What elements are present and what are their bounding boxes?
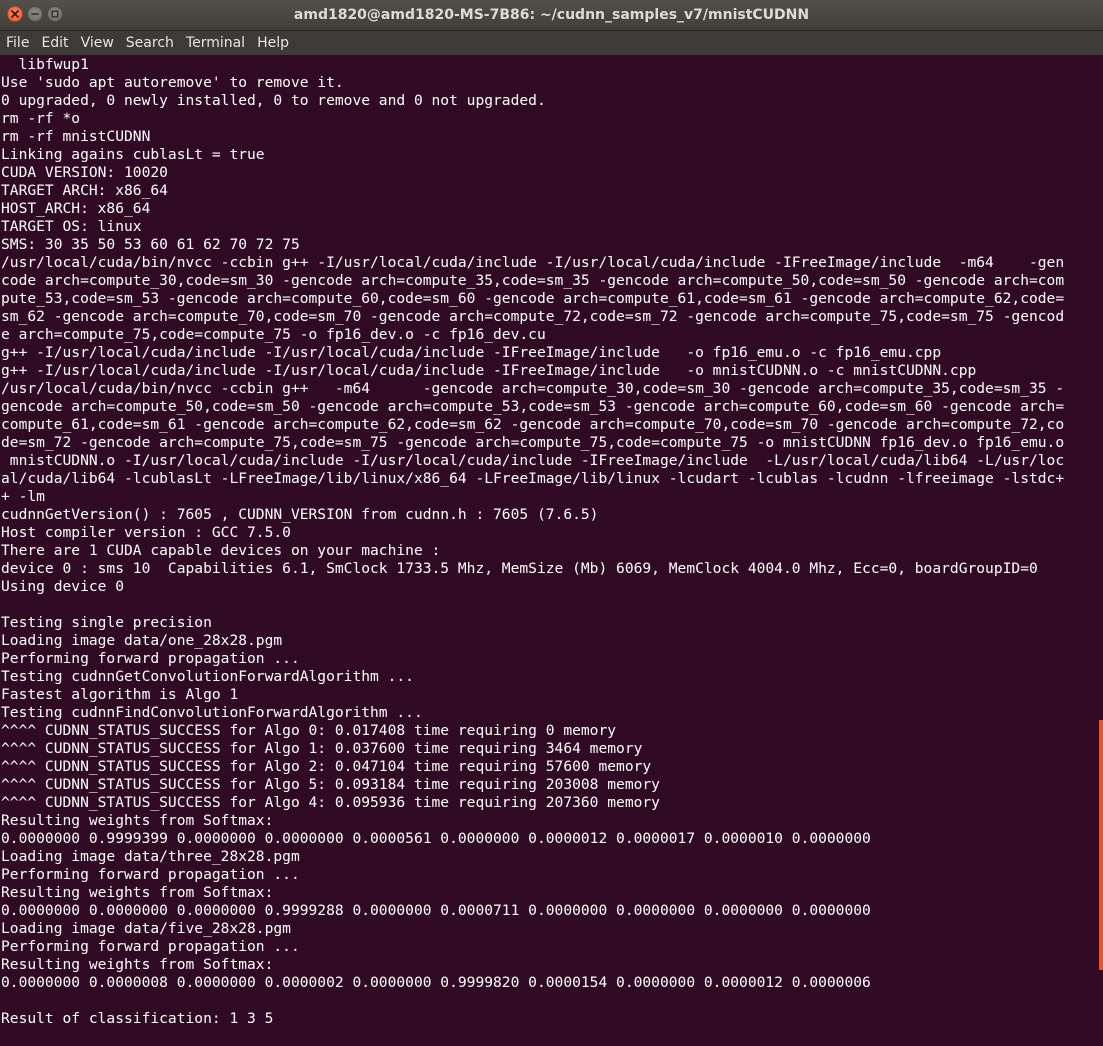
terminal-line: gencode arch=compute_50,code=sm_50 -genc…: [1, 398, 1065, 415]
terminal-line: 0.0000000 0.0000000 0.0000000 0.9999288 …: [1, 902, 871, 919]
terminal-line: + -lm: [1, 488, 45, 505]
terminal-line: TARGET OS: linux: [1, 218, 142, 235]
terminal-line: HOST_ARCH: x86_64: [1, 200, 151, 217]
terminal-line: pute_53,code=sm_53 -gencode arch=compute…: [1, 290, 1065, 307]
title-bar[interactable]: amd1820@amd1820-MS-7B86: ~/cudnn_samples…: [0, 0, 1103, 31]
terminal-line: code arch=compute_30,code=sm_30 -gencode…: [1, 272, 1065, 289]
terminal-line: compute_61,code=sm_61 -gencode arch=comp…: [1, 416, 1065, 433]
terminal-line: Loading image data/one_28x28.pgm: [1, 632, 283, 649]
terminal-line: Resulting weights from Softmax:: [1, 956, 274, 973]
terminal-line: ^^^^ CUDNN_STATUS_SUCCESS for Algo 5: 0.…: [1, 776, 660, 793]
minimize-button[interactable]: [27, 6, 43, 22]
minimize-icon: [31, 10, 39, 18]
terminal-line: Use 'sudo apt autoremove' to remove it.: [1, 74, 344, 91]
terminal-line: ^^^^ CUDNN_STATUS_SUCCESS for Algo 4: 0.…: [1, 794, 660, 811]
terminal-line: Linking agains cublasLt = true: [1, 146, 265, 163]
terminal-line: cudnnGetVersion() : 7605 , CUDNN_VERSION…: [1, 506, 599, 523]
terminal-output-area[interactable]: libfwup1 Use 'sudo apt autoremove' to re…: [0, 55, 1103, 1046]
terminal-line: Result of classification: 1 3 5: [1, 1010, 274, 1027]
terminal-line: al/cuda/lib64 -lcublasLt -LFreeImage/lib…: [1, 470, 1065, 487]
menu-edit[interactable]: Edit: [35, 31, 74, 55]
terminal-line: g++ -I/usr/local/cuda/include -I/usr/loc…: [1, 344, 942, 361]
terminal-line: 0.0000000 0.0000008 0.0000000 0.0000002 …: [1, 974, 871, 991]
scrollbar-thumb[interactable]: [1099, 720, 1103, 970]
terminal-line: Testing cudnnGetConvolutionForwardAlgori…: [1, 668, 414, 685]
terminal-window: amd1820@amd1820-MS-7B86: ~/cudnn_samples…: [0, 0, 1103, 1046]
terminal-line: Loading image data/three_28x28.pgm: [1, 848, 300, 865]
menu-terminal[interactable]: Terminal: [180, 31, 251, 55]
terminal-line: de=sm_72 -gencode arch=compute_75,code=s…: [1, 434, 1065, 451]
terminal-line: ^^^^ CUDNN_STATUS_SUCCESS for Algo 2: 0.…: [1, 758, 652, 775]
terminal-line: mnistCUDNN.o -I/usr/local/cuda/include -…: [1, 452, 1065, 469]
terminal-line: There are 1 CUDA capable devices on your…: [1, 542, 441, 559]
close-icon: [11, 10, 19, 18]
terminal-line: rm -rf *o: [1, 110, 81, 127]
terminal-line: 0.0000000 0.9999399 0.0000000 0.0000000 …: [1, 830, 871, 847]
terminal-line: ^^^^ CUDNN_STATUS_SUCCESS for Algo 0: 0.…: [1, 722, 617, 739]
terminal-line: Testing cudnnFindConvolutionForwardAlgor…: [1, 704, 423, 721]
terminal-line: ^^^^ CUDNN_STATUS_SUCCESS for Algo 1: 0.…: [1, 740, 643, 757]
close-button[interactable]: [7, 6, 23, 22]
menu-search[interactable]: Search: [120, 31, 180, 55]
menu-file[interactable]: File: [0, 31, 35, 55]
terminal-line: Performing forward propagation ...: [1, 938, 300, 955]
terminal-line: /usr/local/cuda/bin/nvcc -ccbin g++ -I/u…: [1, 254, 1065, 271]
menu-bar: File Edit View Search Terminal Help: [0, 31, 1103, 55]
terminal-line: TARGET ARCH: x86_64: [1, 182, 168, 199]
terminal-line: sm_62 -gencode arch=compute_70,code=sm_7…: [1, 308, 1065, 325]
terminal-line: CUDA VERSION: 10020: [1, 164, 168, 181]
terminal-line: Host compiler version : GCC 7.5.0: [1, 524, 291, 541]
terminal-line: Loading image data/five_28x28.pgm: [1, 920, 291, 937]
terminal-line: rm -rf mnistCUDNN: [1, 128, 151, 145]
terminal-line: libfwup1: [1, 56, 89, 73]
terminal-line: Performing forward propagation ...: [1, 650, 300, 667]
terminal-line: device 0 : sms 10 Capabilities 6.1, SmCl…: [1, 560, 1038, 577]
terminal-line: Performing forward propagation ...: [1, 866, 300, 883]
menu-help[interactable]: Help: [251, 31, 295, 55]
terminal-line: g++ -I/usr/local/cuda/include -I/usr/loc…: [1, 362, 977, 379]
window-title: amd1820@amd1820-MS-7B86: ~/cudnn_samples…: [293, 7, 810, 23]
terminal-line: 0 upgraded, 0 newly installed, 0 to remo…: [1, 92, 546, 109]
terminal-line: /usr/local/cuda/bin/nvcc -ccbin g++ -m64…: [1, 380, 1065, 397]
terminal-line: Testing single precision: [1, 614, 212, 631]
terminal-line: e arch=compute_75,code=compute_75 -o fp1…: [1, 326, 546, 343]
terminal-line: Fastest algorithm is Algo 1: [1, 686, 239, 703]
terminal-line: Using device 0: [1, 578, 125, 595]
maximize-icon: [51, 10, 59, 18]
menu-view[interactable]: View: [75, 31, 120, 55]
maximize-button[interactable]: [47, 6, 63, 22]
terminal-line: Resulting weights from Softmax:: [1, 884, 274, 901]
terminal-text: libfwup1 Use 'sudo apt autoremove' to re…: [1, 56, 1093, 1028]
terminal-line: SMS: 30 35 50 53 60 61 62 70 72 75: [1, 236, 300, 253]
terminal-line: Resulting weights from Softmax:: [1, 812, 274, 829]
